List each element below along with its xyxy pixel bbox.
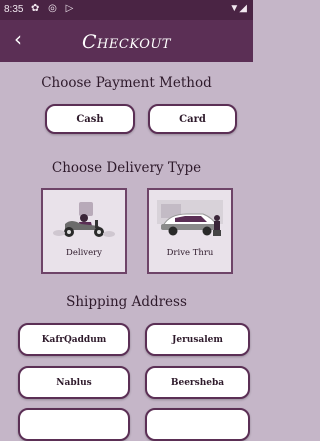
signal-battery-icon: ▼◢	[229, 3, 247, 14]
status-bar: 8:35 ✿ ◎ ▷ ▼◢	[0, 0, 253, 20]
page-title: Checkout	[82, 31, 171, 53]
app-bar: ‹ Checkout	[0, 20, 253, 62]
drive-thru-option-label: Drive Thru	[166, 248, 214, 258]
payment-method-heading: Choose Payment Method	[41, 75, 212, 91]
status-time: 8:35	[4, 4, 24, 15]
address-option-beersheba[interactable]: Beersheba	[145, 366, 250, 399]
delivery-option-card[interactable]: Delivery	[41, 188, 127, 274]
drive-thru-option-card[interactable]: Drive Thru	[147, 188, 233, 274]
delivery-option-label: Delivery	[66, 248, 102, 258]
address-option-partial[interactable]	[145, 408, 250, 441]
address-option-partial[interactable]	[18, 408, 130, 441]
address-option-nablus[interactable]: Nablus	[18, 366, 130, 399]
address-option-jerusalem[interactable]: Jerusalem	[145, 323, 250, 356]
delivery-type-heading: Choose Delivery Type	[51, 160, 202, 176]
scooter-rider-icon	[53, 202, 115, 237]
car-drive-thru-icon	[157, 200, 223, 236]
shipping-address-heading: Shipping Address	[66, 294, 187, 310]
status-notification-icons: ✿ ◎ ▷	[31, 3, 77, 14]
card-button[interactable]: Card	[148, 104, 237, 134]
address-option-kafrqaddum[interactable]: KafrQaddum	[18, 323, 130, 356]
cash-button[interactable]: Cash	[45, 104, 135, 134]
